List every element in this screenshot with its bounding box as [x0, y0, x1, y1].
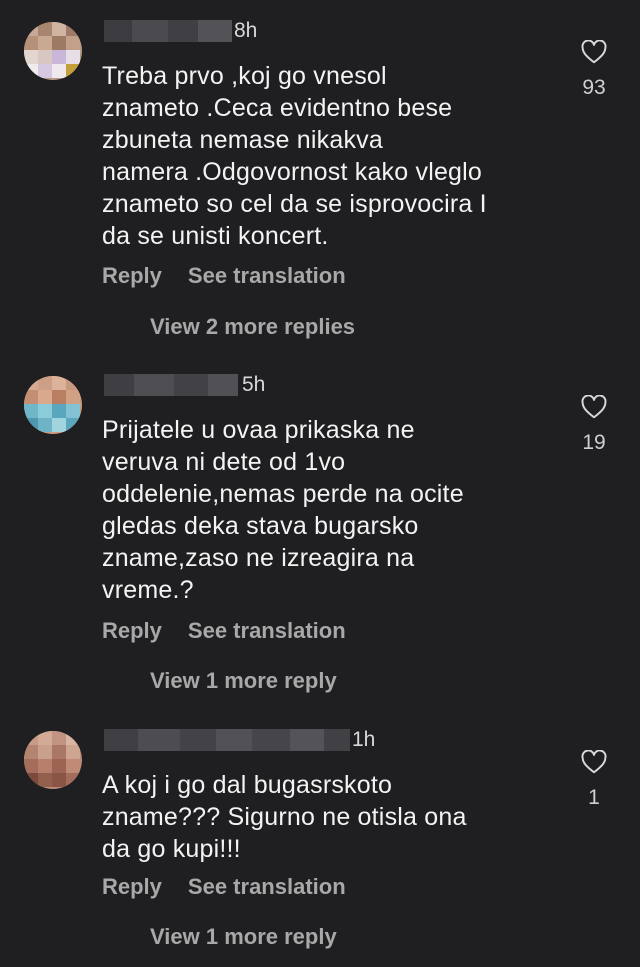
like-area: 1 — [574, 750, 614, 810]
view-more-replies-button[interactable]: View 1 more reply — [150, 668, 337, 694]
like-count: 19 — [582, 431, 606, 454]
comment-text: Prijatele u ovaa prikaska ne veruva ni d… — [102, 416, 464, 604]
comment-2: 5h Prijatele u ovaa prikaska ne veruva n… — [0, 360, 640, 700]
like-count: 93 — [582, 76, 606, 99]
view-more-replies-button[interactable]: View 1 more reply — [150, 924, 337, 950]
heart-outline-icon[interactable] — [581, 395, 607, 419]
username-blurred[interactable] — [104, 20, 232, 42]
view-more-replies-button[interactable]: View 2 more replies — [150, 314, 355, 340]
heart-outline-icon[interactable] — [581, 40, 607, 64]
username-blurred[interactable] — [104, 729, 350, 751]
see-translation-button[interactable]: See translation — [188, 263, 346, 289]
comment-actions: Reply See translation — [102, 618, 346, 644]
like-area: 93 — [574, 40, 614, 100]
reply-button[interactable]: Reply — [102, 874, 162, 900]
avatar[interactable] — [24, 731, 82, 789]
view-more-label: View 1 more reply — [150, 668, 337, 693]
username-blurred[interactable] — [104, 374, 238, 396]
reply-button[interactable]: Reply — [102, 618, 162, 644]
comment-1: 8h Treba prvo ,koj go vnesol znameto .Ce… — [0, 0, 640, 350]
comment-actions: Reply See translation — [102, 263, 346, 289]
reply-button[interactable]: Reply — [102, 263, 162, 289]
comment-text: A koj i go dal bugasrskoto zname??? Sigu… — [102, 771, 467, 863]
comment-text: Treba prvo ,koj go vnesol znameto .Ceca … — [102, 62, 487, 250]
avatar[interactable] — [24, 22, 82, 80]
like-area: 19 — [574, 395, 614, 455]
like-count: 1 — [588, 786, 600, 809]
comment-actions: Reply See translation — [102, 874, 346, 900]
comment-3: 1h A koj i go dal bugasrskoto zname??? S… — [0, 715, 640, 967]
heart-outline-icon[interactable] — [581, 750, 607, 774]
avatar[interactable] — [24, 376, 82, 434]
comment-time: 5h — [242, 373, 266, 396]
view-more-label: View 1 more reply — [150, 924, 337, 949]
comment-time: 8h — [234, 19, 258, 42]
see-translation-button[interactable]: See translation — [188, 874, 346, 900]
see-translation-button[interactable]: See translation — [188, 618, 346, 644]
comment-time: 1h — [352, 728, 376, 751]
view-more-label: View 2 more replies — [150, 314, 356, 339]
